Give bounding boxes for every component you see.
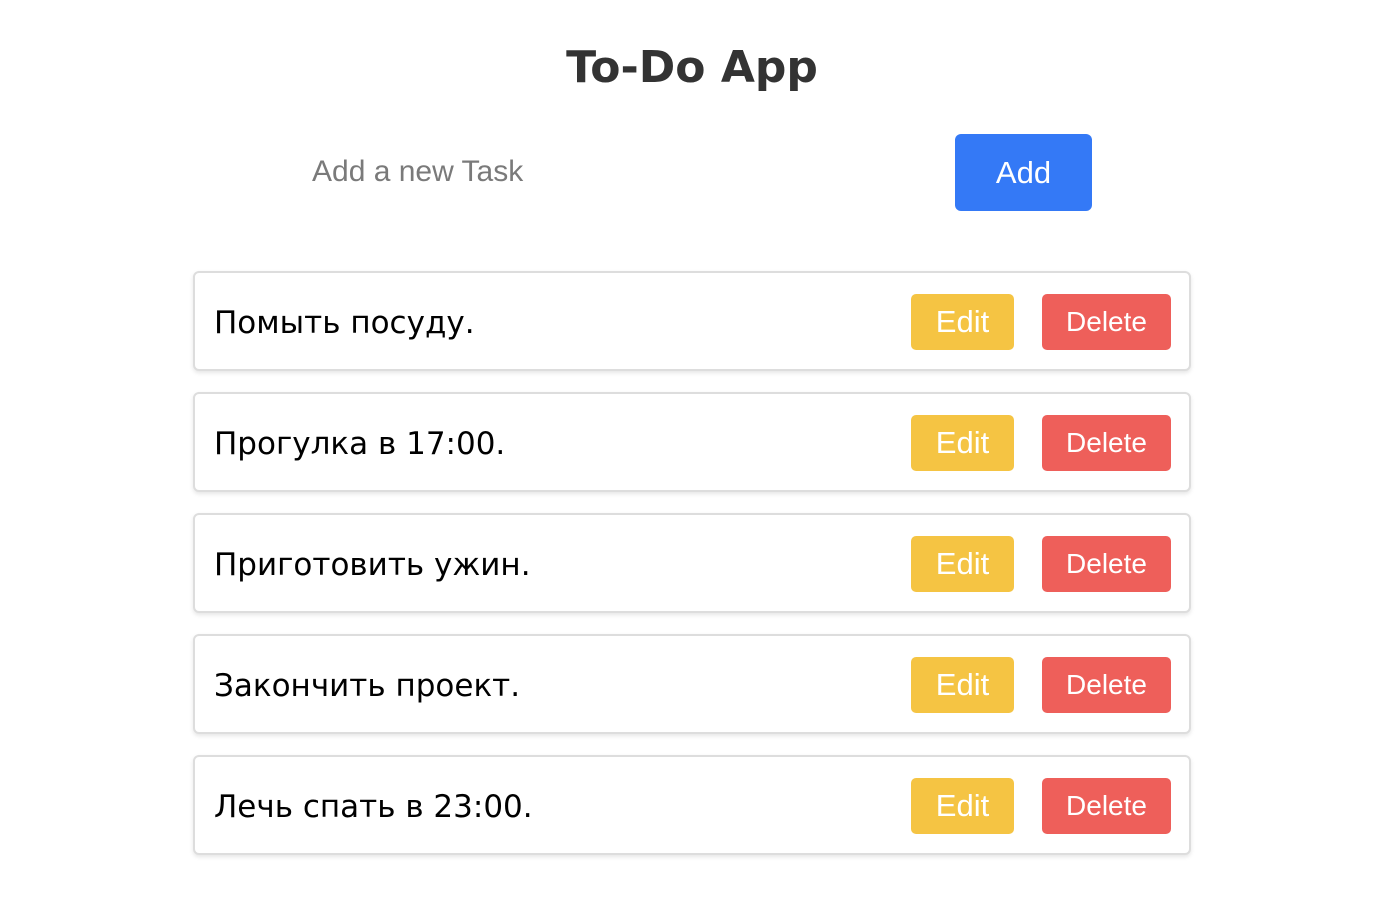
page-title: To-Do App xyxy=(566,42,818,93)
delete-button[interactable]: Delete xyxy=(1042,778,1171,834)
task-text: Помыть посуду. xyxy=(214,305,475,341)
edit-button[interactable]: Edit xyxy=(911,294,1014,350)
delete-button[interactable]: Delete xyxy=(1042,415,1171,471)
task-item: Лечь спать в 23:00. Edit Delete xyxy=(193,755,1191,855)
task-list: Помыть посуду. Edit Delete Прогулка в 17… xyxy=(193,271,1191,876)
task-text: Прогулка в 17:00. xyxy=(214,426,506,462)
task-item: Помыть посуду. Edit Delete xyxy=(193,271,1191,371)
task-item: Прогулка в 17:00. Edit Delete xyxy=(193,392,1191,492)
add-task-button[interactable]: Add xyxy=(955,134,1092,211)
task-text: Приготовить ужин. xyxy=(214,547,531,583)
delete-button[interactable]: Delete xyxy=(1042,657,1171,713)
delete-button[interactable]: Delete xyxy=(1042,536,1171,592)
edit-button[interactable]: Edit xyxy=(911,778,1014,834)
task-item: Приготовить ужин. Edit Delete xyxy=(193,513,1191,613)
edit-button[interactable]: Edit xyxy=(911,415,1014,471)
task-text: Лечь спать в 23:00. xyxy=(214,789,533,825)
task-text: Закончить проект. xyxy=(214,668,521,704)
delete-button[interactable]: Delete xyxy=(1042,294,1171,350)
new-task-input[interactable] xyxy=(312,146,872,198)
task-item: Закончить проект. Edit Delete xyxy=(193,634,1191,734)
edit-button[interactable]: Edit xyxy=(911,536,1014,592)
edit-button[interactable]: Edit xyxy=(911,657,1014,713)
